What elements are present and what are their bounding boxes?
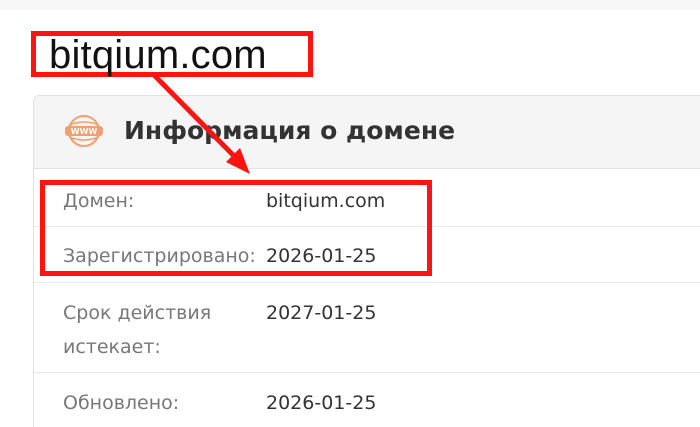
svg-text:WWW: WWW [71, 127, 98, 136]
row-value-expires: 2027-01-25 [266, 302, 377, 324]
page: bitqium.com WWW Информация о домене Доме… [0, 0, 700, 427]
www-globe-icon: WWW [65, 115, 103, 147]
row-divider [34, 372, 700, 373]
card-title: Информация о домене [124, 116, 456, 145]
rows-highlight-box [40, 180, 432, 276]
row-label-updated: Обновлено: [63, 392, 180, 414]
row-label-expires-line1: Срок действия [63, 302, 212, 324]
top-bar [0, 0, 700, 10]
row-label-expires-line2: истекает: [63, 336, 161, 358]
card-header: WWW Информация о домене [34, 96, 700, 169]
row-divider [34, 282, 700, 283]
row-value-updated: 2026-01-25 [266, 392, 377, 414]
domain-callout-text: bitqium.com [49, 33, 267, 77]
